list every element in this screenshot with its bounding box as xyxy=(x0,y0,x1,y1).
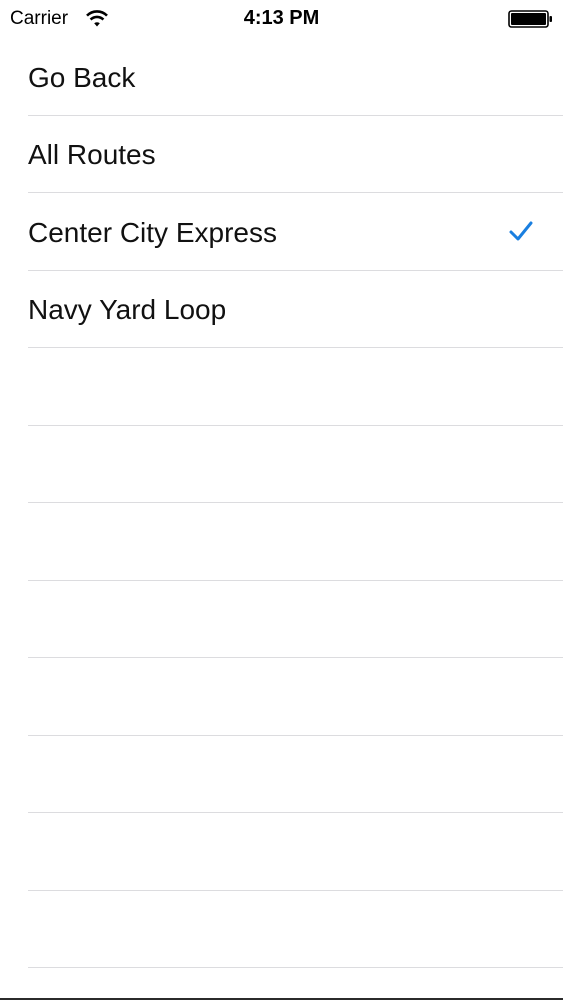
empty-row xyxy=(0,891,563,968)
route-row-label: All Routes xyxy=(28,139,156,170)
checkmark-icon xyxy=(509,221,533,241)
empty-row xyxy=(0,426,563,503)
empty-row xyxy=(0,581,563,658)
routes-table: Go Back All Routes Center City Express N… xyxy=(0,39,563,1000)
empty-row xyxy=(0,659,563,736)
status-bar: Carrier 4:13 PM xyxy=(0,0,563,38)
empty-row xyxy=(0,736,563,813)
status-time: 4:13 PM xyxy=(243,7,320,29)
empty-row xyxy=(0,349,563,426)
empty-row xyxy=(0,814,563,891)
battery-icon xyxy=(508,10,552,28)
route-row-navy-yard-loop[interactable]: Navy Yard Loop xyxy=(0,271,563,348)
route-row-label: Go Back xyxy=(28,62,136,93)
row-separator xyxy=(28,347,563,348)
row-separator xyxy=(28,192,563,193)
route-row-label: Navy Yard Loop xyxy=(28,294,227,325)
route-row-go-back[interactable]: Go Back xyxy=(0,39,563,116)
route-row-center-city-express[interactable]: Center City Express xyxy=(0,194,563,271)
route-row-all-routes[interactable]: All Routes xyxy=(0,116,563,193)
row-separator xyxy=(28,967,563,968)
row-separator xyxy=(28,812,563,813)
row-separator xyxy=(28,657,563,658)
empty-row xyxy=(0,504,563,581)
row-separator xyxy=(28,502,563,503)
route-row-label: Center City Express xyxy=(28,217,277,248)
